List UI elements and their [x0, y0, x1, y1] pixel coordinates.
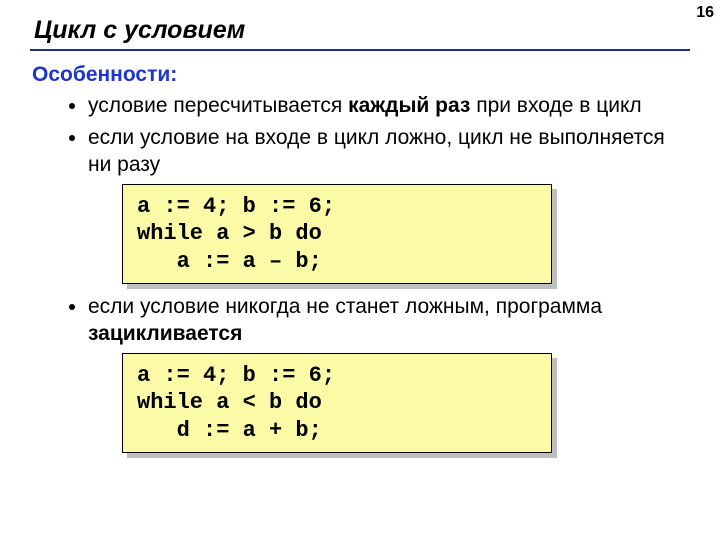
code-block-1-wrap: a := 4; b := 6; while a > b do a := a – … — [122, 184, 552, 285]
bullet-3: если условие никогда не станет ложным, п… — [88, 294, 690, 347]
slide-title: Цикл с условием — [34, 16, 690, 45]
bullet-3-prefix: если условие никогда не станет ложным, п… — [88, 295, 602, 318]
slide: 16 Цикл с условием Особенности: условие … — [0, 0, 720, 540]
bullet-list: условие пересчитывается каждый раз при в… — [30, 93, 690, 178]
bullet-1-bold: каждый раз — [348, 94, 470, 117]
bullet-1-suffix: при входе в цикл — [470, 94, 641, 117]
code-block-1: a := 4; b := 6; while a > b do a := a – … — [122, 184, 552, 285]
bullet-1-prefix: условие пересчитывается — [88, 94, 348, 117]
code-block-2-wrap: a := 4; b := 6; while a < b do d := a + … — [122, 353, 552, 454]
bullet-list-2: если условие никогда не станет ложным, п… — [30, 294, 690, 347]
bullet-2: если условие на входе в цикл ложно, цикл… — [88, 125, 690, 178]
page-number: 16 — [696, 4, 714, 22]
title-underline — [30, 49, 690, 51]
subheading: Особенности: — [32, 63, 690, 87]
bullet-3-bold: зацикливается — [88, 322, 242, 345]
code-block-2: a := 4; b := 6; while a < b do d := a + … — [122, 353, 552, 454]
bullet-1: условие пересчитывается каждый раз при в… — [88, 93, 690, 119]
